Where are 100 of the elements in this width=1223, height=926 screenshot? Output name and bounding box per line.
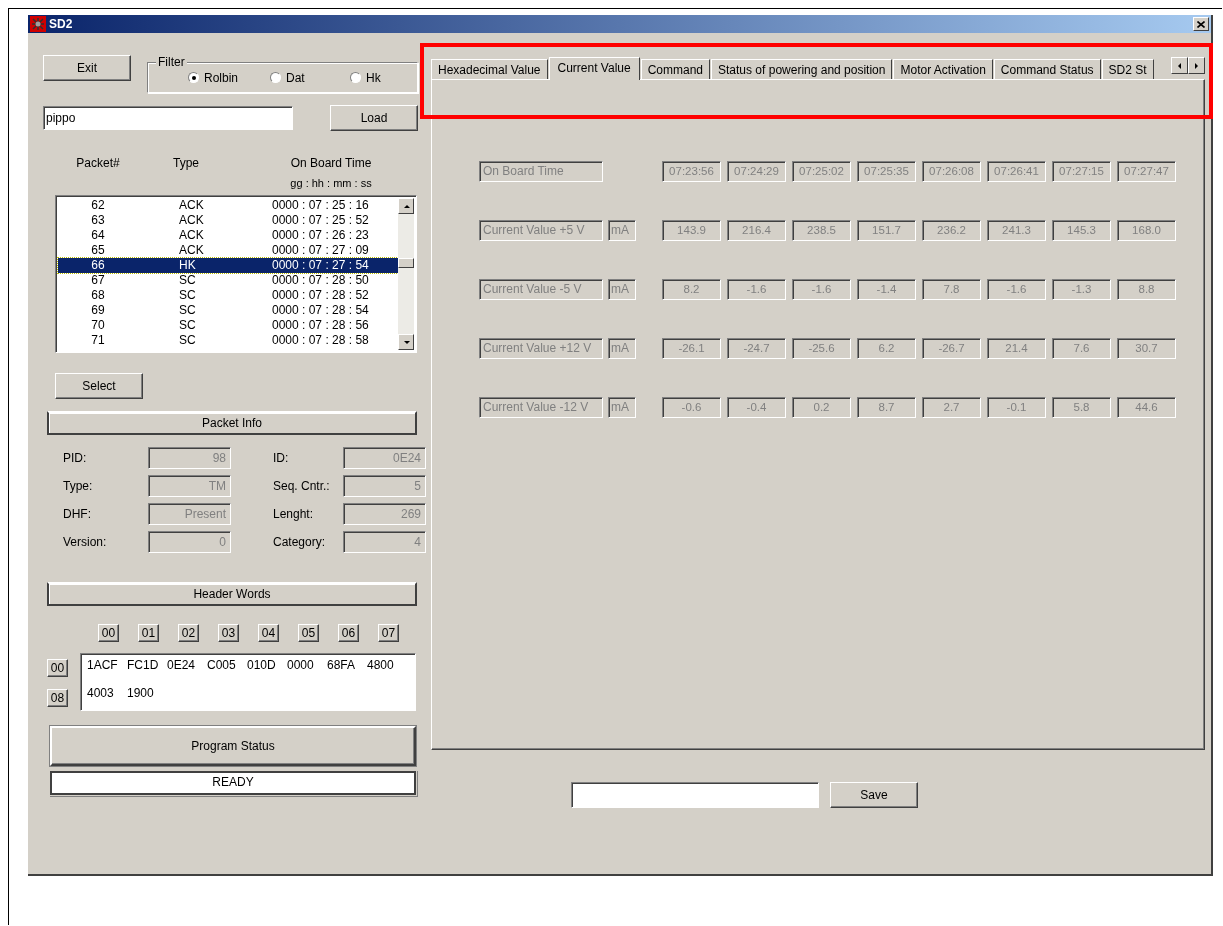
column-button[interactable]: 04 [258,624,279,642]
value-field: -26.1 [662,338,721,359]
status-header: Program Status [50,726,416,766]
header-word: 68FA [327,658,357,672]
packet-row[interactable]: 64 ACK 0000 : 07 : 26 : 23 [58,228,398,243]
value-field: 143.9 [662,220,721,241]
value-field: 238.5 [792,220,851,241]
field-label: Lenght: [273,506,315,523]
column-button[interactable]: 07 [378,624,399,642]
value-field: 07:24:29 [727,161,786,182]
load-button[interactable]: Load [330,105,418,131]
packet-row[interactable]: 69 SC 0000 : 07 : 28 : 54 [58,303,398,318]
value-field: 0.2 [792,397,851,418]
window-title: SD2 [49,17,73,31]
info-field: Present [148,503,231,525]
value-field: 7.6 [1052,338,1111,359]
value-field: 236.2 [922,220,981,241]
info-field: 5 [343,475,426,497]
value-field: 8.2 [662,279,721,300]
scrollbar-thumb[interactable] [398,258,414,268]
value-field: 6.2 [857,338,916,359]
packet-row[interactable]: 67 SC 0000 : 07 : 28 : 50 [58,273,398,288]
field-label: Seq. Cntr.: [273,478,331,495]
close-button[interactable] [1193,17,1209,31]
row-label: Current Value +5 V [479,220,603,241]
column-button[interactable]: 00 [98,624,119,642]
packet-row[interactable]: 65 ACK 0000 : 07 : 27 : 09 [58,243,398,258]
tab[interactable]: Hexadecimal Value [431,59,548,79]
save-button[interactable]: Save [830,782,918,808]
column-button[interactable]: 06 [338,624,359,642]
header-word: 1900 [127,686,155,700]
column-button[interactable]: 05 [298,624,319,642]
value-field: -26.7 [922,338,981,359]
row-label: Current Value -12 V [479,397,603,418]
value-field: -1.4 [857,279,916,300]
value-field: 7.8 [922,279,981,300]
file-name-field[interactable]: pippo [43,106,293,130]
info-field: 98 [148,447,231,469]
tab[interactable]: Motor Activation [893,59,993,79]
value-field: 44.6 [1117,397,1176,418]
unit-label: mA [608,397,636,418]
packet-row[interactable]: 66 HK 0000 : 07 : 27 : 54 [58,258,398,273]
packet-row[interactable]: 71 SC 0000 : 07 : 28 : 58 [58,333,398,348]
scrollbar[interactable] [398,198,414,350]
tab[interactable]: Current Value [548,57,640,80]
value-field: -0.1 [987,397,1046,418]
row-button[interactable]: 00 [47,659,68,677]
column-button[interactable]: 03 [218,624,239,642]
value-field: 151.7 [857,220,916,241]
info-field: TM [148,475,231,497]
select-button[interactable]: Select [55,373,143,399]
value-field: -0.6 [662,397,721,418]
value-field: -1.6 [792,279,851,300]
value-field: 8.7 [857,397,916,418]
time-format-label: gg : hh : mm : ss [289,176,373,191]
radio-button[interactable]: Hk [350,70,381,85]
column-header: On Board Time [289,156,373,171]
value-field: -1.6 [987,279,1046,300]
value-field: -1.6 [727,279,786,300]
column-button[interactable]: 02 [178,624,199,642]
section-header: Packet Info [47,411,417,435]
info-field: 4 [343,531,426,553]
column-header: Type [172,156,200,171]
tab[interactable]: Status of powering and position [711,59,893,79]
info-field: 0E24 [343,447,426,469]
field-label: ID: [273,450,290,467]
packet-row[interactable]: 70 SC 0000 : 07 : 28 : 56 [58,318,398,333]
scroll-left-button[interactable] [1171,57,1188,74]
close-icon [1197,20,1205,28]
header-word: 0000 [287,658,315,672]
packet-row[interactable]: 62 ACK 0000 : 07 : 25 : 16 [58,198,398,213]
radio-button[interactable]: Dat [270,70,350,85]
field-label: DHF: [63,506,92,523]
value-field: -24.7 [727,338,786,359]
save-field[interactable] [571,782,819,808]
tab[interactable]: Command Status [993,59,1101,79]
packet-row[interactable]: 68 SC 0000 : 07 : 28 : 52 [58,288,398,303]
value-field: 5.8 [1052,397,1111,418]
value-field: 241.3 [987,220,1046,241]
field-label: Category: [273,534,327,551]
value-field: 2.7 [922,397,981,418]
filter-label: Filter [156,55,187,69]
tab[interactable]: SD2 St [1101,59,1154,79]
value-field: 145.3 [1052,220,1111,241]
column-button[interactable]: 01 [138,624,159,642]
tab[interactable]: Command [640,59,710,79]
value-field: 07:25:35 [857,161,916,182]
radio-button[interactable]: Rolbin [188,70,270,85]
value-field: 07:23:56 [662,161,721,182]
header-word: 010D [247,658,277,672]
scroll-right-button[interactable] [1188,57,1205,74]
status-field: READY [50,771,416,795]
row-label: On Board Time [479,161,603,182]
value-field: -25.6 [792,338,851,359]
header-word: 4003 [87,686,115,700]
unit-label: mA [608,279,636,300]
down-arrow-icon [402,338,410,346]
row-button[interactable]: 08 [47,689,68,707]
exit-button[interactable]: Exit [43,55,131,81]
packet-row[interactable]: 63 ACK 0000 : 07 : 25 : 52 [58,213,398,228]
